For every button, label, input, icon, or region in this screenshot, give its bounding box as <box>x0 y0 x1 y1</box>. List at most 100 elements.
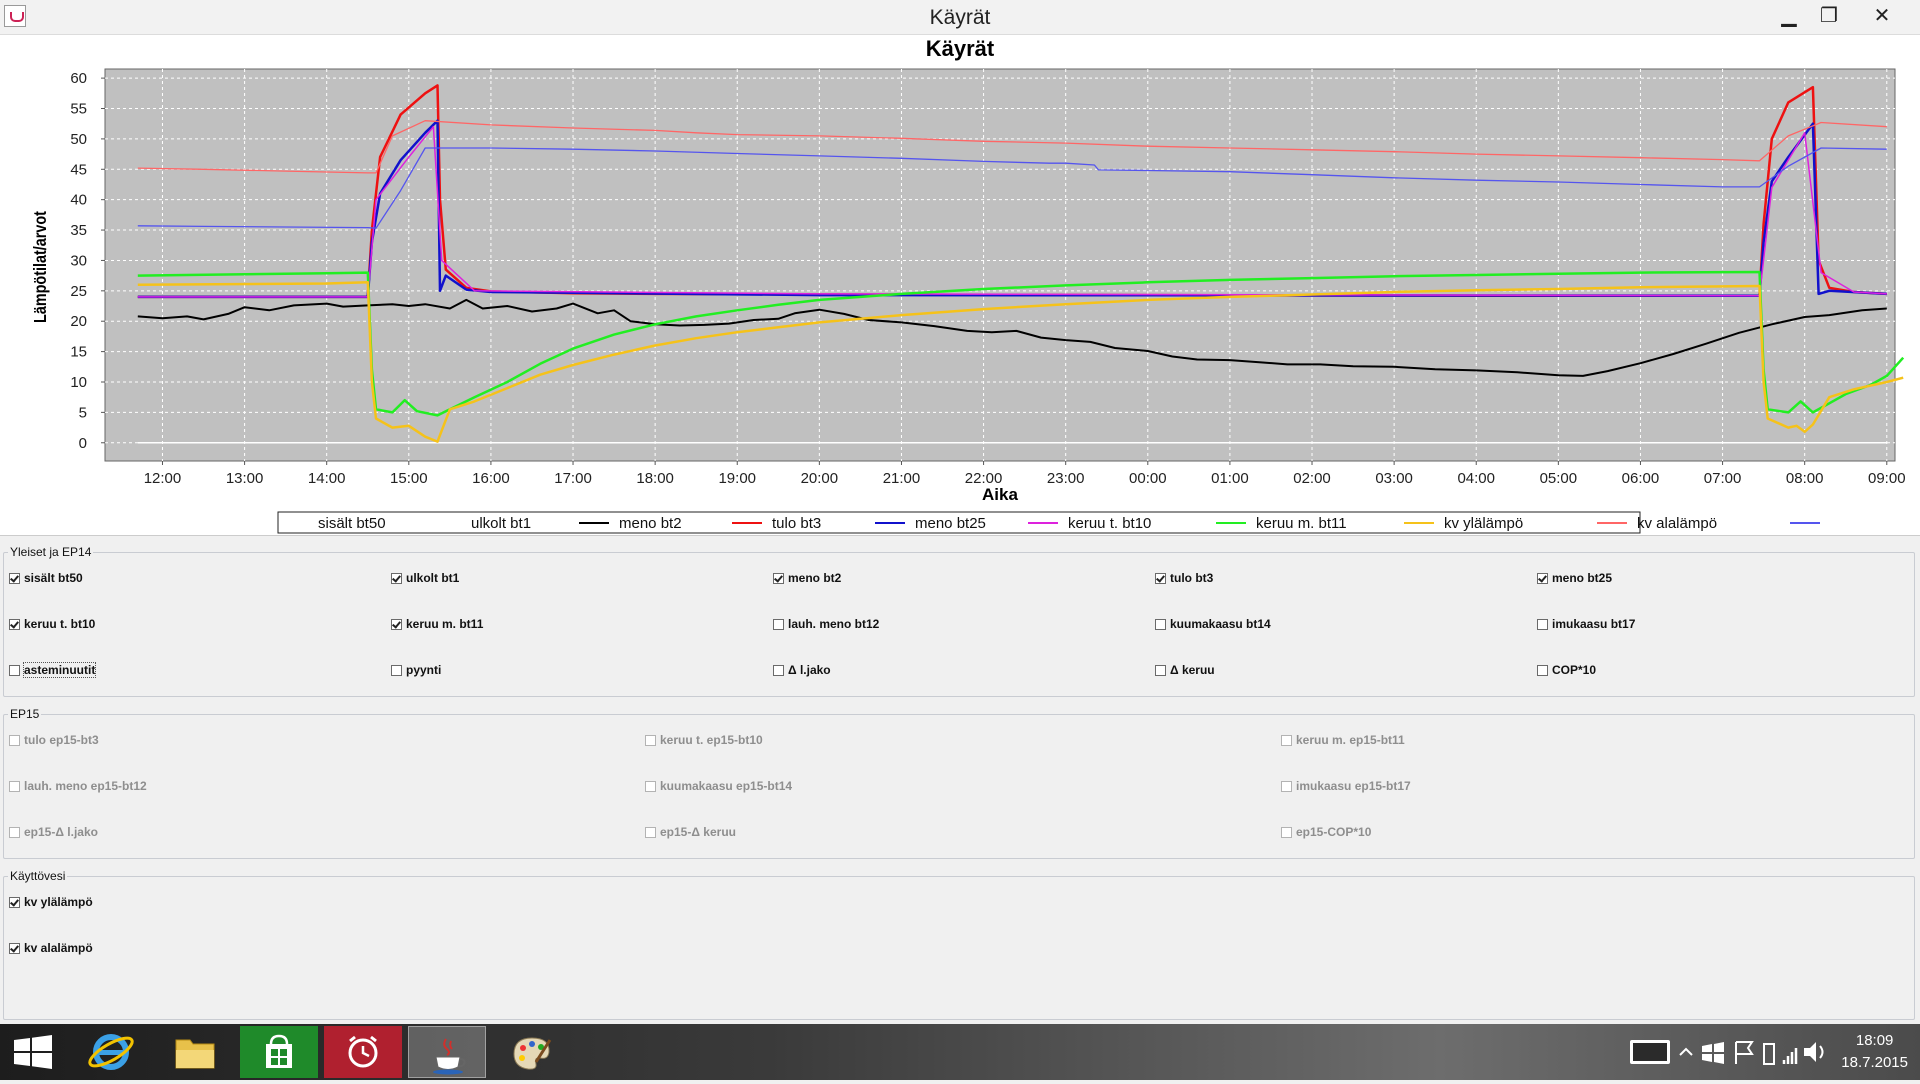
action-center-flag-icon[interactable] <box>1735 1041 1754 1064</box>
y-tick-label: 50 <box>70 131 87 148</box>
checkbox-checked-icon[interactable] <box>9 618 20 630</box>
panel-title: Käyttövesi <box>8 869 68 883</box>
taskbar: 18:09 18.7.2015 <box>0 1024 1920 1080</box>
checkbox-checked-icon[interactable] <box>1155 572 1166 584</box>
checkbox-unchecked-icon[interactable] <box>1155 618 1166 630</box>
checkbox-label: Δ l.jako <box>788 663 831 677</box>
checkbox-unchecked-icon[interactable] <box>1537 664 1548 676</box>
checkbox[interactable]: imukaasu bt17 <box>1537 616 1635 632</box>
checkbox-checked-icon[interactable] <box>391 572 402 584</box>
checkbox[interactable]: keruu t. bt10 <box>9 616 95 632</box>
windows-logo-icon <box>14 1035 52 1069</box>
taskbar-alarms[interactable] <box>324 1026 402 1078</box>
clock[interactable]: 18:09 18.7.2015 <box>1841 1030 1908 1074</box>
checkbox: imukaasu ep15-bt17 <box>1281 778 1411 794</box>
internet-explorer-icon <box>88 1034 134 1070</box>
checkbox-label: kv ylälämpö <box>24 895 93 909</box>
checkbox[interactable]: keruu m. bt11 <box>391 616 483 632</box>
x-tick-label: 03:00 <box>1375 470 1413 487</box>
volume-icon[interactable] <box>1800 1024 1830 1080</box>
clock-time: 18:09 <box>1855 1032 1894 1049</box>
checkbox[interactable]: pyynti <box>391 662 441 678</box>
checkbox-unchecked-icon[interactable] <box>391 664 402 676</box>
x-tick-label: 14:00 <box>308 470 346 487</box>
checkbox-unchecked-icon[interactable] <box>9 664 20 676</box>
x-tick-label: 04:00 <box>1457 470 1495 487</box>
x-tick-label: 07:00 <box>1704 470 1742 487</box>
checkbox-checked-icon[interactable] <box>9 942 20 954</box>
x-tick-label: 01:00 <box>1211 470 1249 487</box>
checkbox[interactable]: ulkolt bt1 <box>391 570 459 586</box>
y-tick-label: 40 <box>70 192 87 209</box>
maximize-button[interactable]: ❐ <box>1806 0 1852 32</box>
taskbar-internet-explorer[interactable] <box>72 1026 150 1078</box>
checkbox-checked-icon[interactable] <box>391 618 402 630</box>
touch-keyboard-icon[interactable] <box>1630 1040 1670 1064</box>
checkbox-label: kuumakaasu ep15-bt14 <box>660 779 793 793</box>
y-tick-label: 15 <box>70 344 87 361</box>
checkbox: keruu m. ep15-bt11 <box>1281 732 1405 748</box>
checkbox-unchecked-icon[interactable] <box>773 664 784 676</box>
alarm-clock-icon <box>348 1035 378 1068</box>
taskbar-store[interactable] <box>240 1026 318 1078</box>
signal-icon[interactable] <box>1782 1048 1798 1064</box>
checkbox-label: meno bt2 <box>788 571 842 585</box>
x-tick-label: 21:00 <box>883 470 921 487</box>
checkbox-label: tulo ep15-bt3 <box>24 733 99 747</box>
start-button[interactable] <box>0 1026 66 1078</box>
checkbox[interactable]: meno bt2 <box>773 570 841 586</box>
checkbox-checked-icon[interactable] <box>9 896 20 908</box>
checkbox-label: tulo bt3 <box>1170 571 1214 585</box>
y-tick-label: 25 <box>70 283 87 300</box>
x-tick-label: 13:00 <box>226 470 264 487</box>
checkbox: ep15-Δ keruu <box>645 824 736 840</box>
checkbox[interactable]: Δ l.jako <box>773 662 831 678</box>
x-tick-label: 23:00 <box>1047 470 1085 487</box>
checkbox[interactable]: kv alalämpö <box>9 940 93 956</box>
checkbox-checked-icon[interactable] <box>9 572 20 584</box>
checkbox: lauh. meno ep15-bt12 <box>9 778 147 794</box>
checkbox[interactable]: COP*10 <box>1537 662 1596 678</box>
checkbox[interactable]: tulo bt3 <box>1155 570 1213 586</box>
x-tick-label: 08:00 <box>1786 470 1824 487</box>
java-icon <box>433 1038 466 1075</box>
window-title: Käyrät <box>929 6 991 29</box>
checkbox[interactable]: lauh. meno bt12 <box>773 616 879 632</box>
checkbox-unchecked-icon[interactable] <box>1537 618 1548 630</box>
checkbox[interactable]: sisält bt50 <box>9 570 83 586</box>
checkbox-unchecked-icon[interactable] <box>1155 664 1166 676</box>
x-tick-label: 02:00 <box>1293 470 1331 487</box>
taskbar-paint[interactable] <box>492 1026 570 1078</box>
checkbox[interactable]: kuumakaasu bt14 <box>1155 616 1271 632</box>
checkbox-unchecked-icon[interactable] <box>773 618 784 630</box>
checkbox: keruu t. ep15-bt10 <box>645 732 763 748</box>
checkbox-checked-icon[interactable] <box>773 572 784 584</box>
checkbox-checked-icon[interactable] <box>1537 572 1548 584</box>
checkbox-label: keruu t. bt10 <box>24 617 96 631</box>
windows-tray-icon[interactable] <box>1702 1042 1724 1064</box>
checkbox[interactable]: Δ keruu <box>1155 662 1215 678</box>
checkbox-unchecked-icon <box>9 826 20 838</box>
battery-icon[interactable] <box>1763 1043 1775 1065</box>
checkbox[interactable]: meno bt25 <box>1537 570 1612 586</box>
checkbox[interactable]: asteminuutit <box>9 662 97 678</box>
y-axis-label: Lämpötilat/arvot <box>31 211 51 323</box>
show-hidden-icons-icon[interactable] <box>1679 1047 1693 1056</box>
tray-icons <box>1630 1040 1798 1065</box>
taskbar-file-explorer[interactable] <box>156 1026 234 1078</box>
checkbox: kuumakaasu ep15-bt14 <box>645 778 792 794</box>
x-tick-label: 12:00 <box>144 470 182 487</box>
close-button[interactable]: ✕ <box>1857 0 1907 32</box>
checkbox-label: lauh. meno bt12 <box>788 617 880 631</box>
checkbox-label: ulkolt bt1 <box>406 571 460 585</box>
taskbar-java[interactable] <box>408 1026 486 1078</box>
checkbox-unchecked-icon <box>1281 826 1292 838</box>
checkbox-unchecked-icon <box>645 734 656 746</box>
checkbox-unchecked-icon <box>9 734 20 746</box>
checkbox[interactable]: kv ylälämpö <box>9 894 93 910</box>
checkbox-label: sisält bt50 <box>24 571 83 585</box>
panel-title: Yleiset ja EP14 <box>8 545 94 559</box>
x-tick-label: 19:00 <box>718 470 756 487</box>
y-tick-label: 5 <box>79 404 87 421</box>
window-titlebar: Käyrät ▁ ❐ ✕ <box>0 0 1920 35</box>
